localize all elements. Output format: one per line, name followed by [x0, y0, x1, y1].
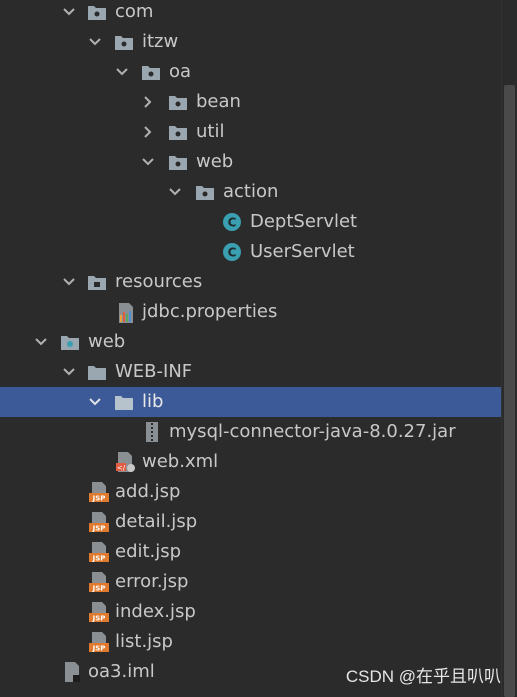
tree-label: oa: [169, 61, 192, 82]
package-folder-icon: [169, 156, 187, 170]
tree-label: resources: [115, 271, 203, 292]
tree-row-resources[interactable]: resources: [0, 267, 502, 297]
svg-text:</: </: [117, 464, 126, 472]
resources-folder-icon: [88, 276, 106, 290]
tree-label: oa3.iml: [88, 661, 155, 682]
package-folder-icon: [196, 186, 214, 200]
tree-row-bean[interactable]: bean: [0, 87, 502, 117]
chevron-down-icon[interactable]: [168, 185, 182, 199]
tree-label: web: [88, 331, 126, 352]
java-class-icon: C: [223, 243, 241, 261]
tree-row-oa[interactable]: oa: [0, 57, 502, 87]
jsp-file-icon: JSP: [89, 512, 109, 533]
tree-row-deptservlet[interactable]: C DeptServlet: [0, 207, 502, 237]
tree-row-error-jsp[interactable]: JSP error.jsp: [0, 567, 502, 597]
web-folder-icon: [61, 336, 79, 350]
tree-label: DeptServlet: [250, 211, 358, 232]
svg-text:JSP: JSP: [92, 555, 106, 563]
package-folder-icon: [115, 36, 133, 50]
iml-file-icon: [65, 662, 80, 682]
tree-label: UserServlet: [250, 241, 355, 262]
tree-label: lib: [142, 391, 164, 412]
tree-label: index.jsp: [115, 601, 196, 622]
package-folder-icon: [142, 66, 160, 80]
chevron-right-icon[interactable]: [141, 125, 155, 139]
chevron-right-icon[interactable]: [141, 95, 155, 109]
tree-label: web.xml: [142, 451, 219, 472]
svg-text:JSP: JSP: [92, 495, 106, 503]
chevron-down-icon[interactable]: [88, 395, 102, 409]
folder-icon: [115, 396, 133, 410]
tree-label: itzw: [142, 31, 179, 52]
properties-file-icon: [119, 303, 133, 323]
tree-label: list.jsp: [115, 631, 173, 652]
tree-row-itzw[interactable]: itzw: [0, 27, 502, 57]
tree-row-web-root[interactable]: web: [0, 327, 502, 357]
tree-row-web-package[interactable]: web: [0, 147, 502, 177]
package-folder-icon: [88, 6, 106, 20]
project-tree[interactable]: com itzw oa bean util web action C DeptS…: [0, 0, 502, 697]
watermark-text: CSDN @在乎且叭叭: [345, 667, 501, 686]
tree-label: mysql-connector-java-8.0.27.jar: [169, 421, 456, 442]
tree-row-web-inf[interactable]: WEB-INF: [0, 357, 502, 387]
tree-row-detail-jsp[interactable]: JSP detail.jsp: [0, 507, 502, 537]
package-folder-icon: [169, 96, 187, 110]
tree-row-jdbc-properties[interactable]: jdbc.properties: [0, 297, 502, 327]
tree-row-index-jsp[interactable]: JSP index.jsp: [0, 597, 502, 627]
jsp-file-icon: JSP: [89, 542, 109, 563]
svg-text:JSP: JSP: [92, 585, 106, 593]
tree-label: bean: [196, 91, 241, 112]
jsp-file-icon: JSP: [89, 632, 109, 653]
svg-text:JSP: JSP: [92, 645, 106, 653]
chevron-down-icon[interactable]: [115, 65, 129, 79]
chevron-down-icon[interactable]: [62, 365, 76, 379]
tree-row-add-jsp[interactable]: JSP add.jsp: [0, 477, 502, 507]
chevron-down-icon[interactable]: [62, 5, 76, 19]
svg-text:C: C: [228, 246, 237, 260]
tree-row-list-jsp[interactable]: JSP list.jsp: [0, 627, 502, 657]
folder-icon: [88, 366, 106, 380]
chevron-down-icon[interactable]: [62, 275, 76, 289]
tree-row-com[interactable]: com: [0, 0, 502, 27]
xml-file-icon: </: [116, 452, 135, 472]
jsp-file-icon: JSP: [89, 602, 109, 623]
tree-row-action[interactable]: action: [0, 177, 502, 207]
chevron-down-icon[interactable]: [141, 155, 155, 169]
vertical-scrollbar-thumb[interactable]: [504, 85, 515, 697]
tree-label: error.jsp: [115, 571, 189, 592]
jsp-file-icon: JSP: [89, 482, 109, 503]
tree-label: detail.jsp: [115, 511, 198, 532]
svg-text:C: C: [228, 216, 237, 230]
tree-label: web: [196, 151, 234, 172]
tree-label: add.jsp: [115, 481, 181, 502]
tree-row-userservlet[interactable]: C UserServlet: [0, 237, 502, 267]
tree-label: WEB-INF: [115, 361, 193, 382]
java-class-icon: C: [223, 213, 241, 231]
tree-label: edit.jsp: [115, 541, 182, 562]
tree-label: com: [115, 1, 154, 22]
chevron-down-icon[interactable]: [34, 335, 48, 349]
tree-row-mysql-jar[interactable]: mysql-connector-java-8.0.27.jar: [0, 417, 502, 447]
tree-label: action: [223, 181, 279, 202]
vertical-scrollbar-track[interactable]: [501, 0, 517, 697]
chevron-down-icon[interactable]: [88, 35, 102, 49]
tree-label: util: [196, 121, 225, 142]
svg-text:JSP: JSP: [92, 525, 106, 533]
tree-row-lib[interactable]: lib: [0, 387, 502, 417]
jar-file-icon: [146, 422, 158, 442]
tree-label: jdbc.properties: [142, 301, 278, 322]
tree-row-util[interactable]: util: [0, 117, 502, 147]
package-folder-icon: [169, 126, 187, 140]
jsp-file-icon: JSP: [89, 572, 109, 593]
tree-row-web-xml[interactable]: </ web.xml: [0, 447, 502, 477]
svg-text:JSP: JSP: [92, 615, 106, 623]
tree-row-edit-jsp[interactable]: JSP edit.jsp: [0, 537, 502, 567]
